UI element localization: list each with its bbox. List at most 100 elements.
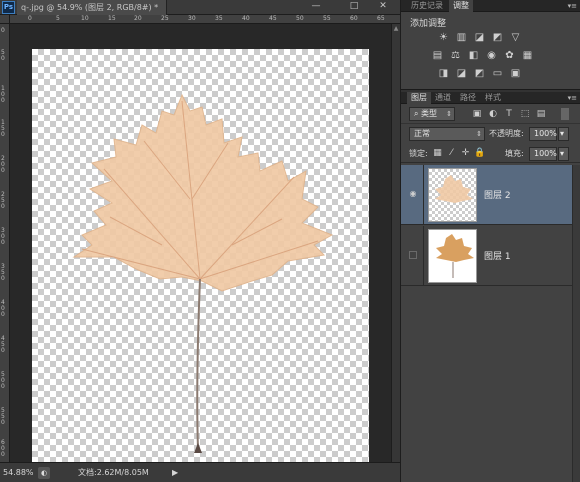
ruler-tick-label: 150 bbox=[1, 119, 5, 138]
layer-name[interactable]: 图层 1 bbox=[484, 249, 511, 262]
ruler-tick-label: 0 bbox=[1, 27, 5, 34]
tab-styles[interactable]: 样式 bbox=[481, 92, 505, 104]
lock-transparency-icon[interactable]: ▦ bbox=[432, 147, 443, 159]
scroll-up-icon[interactable]: ▲ bbox=[392, 24, 400, 33]
leaf-thumbnail-icon bbox=[435, 175, 473, 203]
status-settings-icon[interactable]: ◐ bbox=[38, 467, 50, 479]
tab-paths[interactable]: 路径 bbox=[456, 92, 480, 104]
leaf-blade bbox=[72, 93, 334, 292]
layer-kind-filter[interactable]: ⌕ 类型 ⇕ bbox=[409, 107, 455, 121]
photo-filter-icon[interactable]: ◉ bbox=[485, 50, 498, 62]
restore-button[interactable]: □ bbox=[343, 0, 365, 14]
gradient-map-icon[interactable]: ▭ bbox=[491, 68, 504, 80]
ruler-tick-label: 100 bbox=[1, 85, 5, 104]
ruler-tick-label: 300 bbox=[1, 227, 5, 246]
lock-brush-icon[interactable]: ⁄ bbox=[446, 147, 457, 159]
lock-all-icon[interactable]: 🔒 bbox=[474, 147, 485, 159]
blend-mode-label: 正常 bbox=[414, 129, 430, 138]
lock-fill-row: 锁定: ▦ ⁄ ✛ 🔒 填充: 100% ▾ bbox=[401, 145, 580, 163]
levels-icon[interactable]: ▥ bbox=[455, 32, 468, 44]
layer-divider bbox=[423, 165, 424, 225]
ruler-horizontal[interactable]: 0 5 10 15 20 25 30 35 40 45 50 55 60 65 bbox=[10, 15, 400, 24]
ruler-tick-label: 350 bbox=[1, 263, 5, 282]
fill-chevron-icon[interactable]: ▾ bbox=[558, 147, 569, 161]
hue-saturation-icon[interactable]: ▤ bbox=[431, 50, 444, 62]
curves-icon[interactable]: ◪ bbox=[473, 32, 486, 44]
ruler-tick-label: 20 bbox=[134, 15, 142, 22]
layers-panel: 图层 通道 路径 样式 ▾≡ ⌕ 类型 ⇕ ▣ ◐ T ⬚ ▤ 正常 ⇕ 不透明… bbox=[401, 92, 580, 482]
posterize-icon[interactable]: ◪ bbox=[455, 68, 468, 80]
exposure-icon[interactable]: ◩ bbox=[491, 32, 504, 44]
layers-menu-icon[interactable]: ▾≡ bbox=[568, 94, 577, 102]
minimize-button[interactable]: — bbox=[305, 0, 327, 14]
ruler-tick-label: 50 bbox=[296, 15, 304, 22]
close-button[interactable]: ✕ bbox=[372, 0, 394, 14]
ruler-tick-label: 35 bbox=[215, 15, 223, 22]
document-tab[interactable]: q-.jpg @ 54.9% (图层 2, RGB/8#) * bbox=[17, 0, 167, 15]
zoom-level-field[interactable]: 54.88% bbox=[3, 467, 35, 479]
panel-menu-icon[interactable]: ▾≡ bbox=[568, 2, 577, 10]
brightness-icon[interactable]: ☀ bbox=[437, 32, 450, 44]
layer-row-1[interactable]: 图层 1 bbox=[401, 226, 572, 286]
ruler-tick-label: 45 bbox=[269, 15, 277, 22]
visibility-toggle[interactable] bbox=[409, 251, 417, 259]
opacity-label: 不透明度: bbox=[489, 129, 524, 138]
status-bar: 54.88% ◐ 文档:2.62M/8.05M ▶ bbox=[0, 462, 400, 482]
layer-filter-row: ⌕ 类型 ⇕ ▣ ◐ T ⬚ ▤ bbox=[401, 104, 580, 124]
filter-toggle[interactable] bbox=[561, 108, 569, 120]
ruler-tick-label: 600 bbox=[1, 439, 5, 458]
image-canvas[interactable] bbox=[32, 49, 369, 469]
tab-history[interactable]: 历史记录 bbox=[407, 0, 447, 12]
filter-shape-icon[interactable]: ⬚ bbox=[519, 108, 531, 120]
color-balance-icon[interactable]: ⚖ bbox=[449, 50, 462, 62]
ruler-tick-label: 550 bbox=[1, 407, 5, 426]
ruler-corner bbox=[0, 15, 10, 24]
fill-label: 填充: bbox=[505, 149, 524, 158]
eye-icon[interactable]: ◉ bbox=[407, 189, 419, 199]
opacity-field[interactable]: 100% bbox=[529, 127, 557, 141]
channel-mixer-icon[interactable]: ✿ bbox=[503, 50, 516, 62]
adjustments-title: 添加调整 bbox=[410, 19, 447, 29]
threshold-icon[interactable]: ◩ bbox=[473, 68, 486, 80]
layer-row-2[interactable]: ◉ 图层 2 bbox=[401, 165, 572, 225]
opacity-chevron-icon[interactable]: ▾ bbox=[558, 127, 569, 141]
document-size-info: 文档:2.62M/8.05M bbox=[78, 468, 149, 477]
filter-pixel-icon[interactable]: ▣ bbox=[471, 108, 483, 120]
ruler-tick-label: 50 bbox=[1, 49, 5, 62]
tab-channels[interactable]: 通道 bbox=[431, 92, 455, 104]
invert-icon[interactable]: ◨ bbox=[437, 68, 450, 80]
filter-smart-object-icon[interactable]: ▤ bbox=[535, 108, 547, 120]
lock-move-icon[interactable]: ✛ bbox=[460, 147, 471, 159]
fill-field[interactable]: 100% bbox=[529, 147, 557, 161]
maple-leaf-image bbox=[72, 93, 334, 453]
ruler-tick-label: 30 bbox=[188, 15, 196, 22]
canvas-workspace[interactable] bbox=[10, 24, 391, 469]
ruler-vertical[interactable]: 0 50 100 150 200 250 300 350 400 450 500… bbox=[0, 24, 10, 462]
stem-tip bbox=[194, 443, 202, 453]
filter-adjustment-icon[interactable]: ◐ bbox=[487, 108, 499, 120]
ruler-tick-label: 15 bbox=[108, 15, 116, 22]
chevron-down-icon: ⇕ bbox=[446, 110, 452, 118]
selective-color-icon[interactable]: ▣ bbox=[509, 68, 522, 80]
status-menu-arrow-icon[interactable]: ▶ bbox=[172, 467, 178, 479]
color-lookup-icon[interactable]: ▦ bbox=[521, 50, 534, 62]
layers-scrollbar[interactable] bbox=[572, 165, 580, 482]
black-white-icon[interactable]: ◧ bbox=[467, 50, 480, 62]
vertical-scrollbar[interactable]: ▲ bbox=[391, 24, 400, 462]
ruler-tick-label: 200 bbox=[1, 155, 5, 174]
tab-layers[interactable]: 图层 bbox=[407, 92, 431, 104]
layer-thumbnail[interactable] bbox=[428, 229, 477, 283]
layers-panel-tabs: 图层 通道 路径 样式 ▾≡ bbox=[401, 92, 580, 104]
document-window: Ps q-.jpg @ 54.9% (图层 2, RGB/8#) * — □ ✕… bbox=[0, 0, 400, 482]
document-titlebar: Ps q-.jpg @ 54.9% (图层 2, RGB/8#) * — □ ✕ bbox=[0, 0, 400, 15]
ruler-tick-label: 60 bbox=[350, 15, 358, 22]
filter-type-icon[interactable]: T bbox=[503, 108, 515, 120]
adjust-panel-tabs: 历史记录 调整 ▾≡ bbox=[401, 0, 580, 12]
adjustments-panel: 添加调整 ☀ ▥ ◪ ◩ ▽ ▤ ⚖ ◧ ◉ ✿ ▦ ◨ ◪ ◩ ▭ ▣ bbox=[401, 12, 580, 90]
ruler-tick-label: 0 bbox=[28, 15, 32, 22]
tab-adjustments[interactable]: 调整 bbox=[449, 0, 473, 12]
layer-name[interactable]: 图层 2 bbox=[484, 188, 511, 201]
vibrance-triangle-icon[interactable]: ▽ bbox=[509, 32, 522, 44]
blend-mode-select[interactable]: 正常 ⇕ bbox=[409, 127, 485, 141]
layer-thumbnail[interactable] bbox=[428, 168, 477, 222]
